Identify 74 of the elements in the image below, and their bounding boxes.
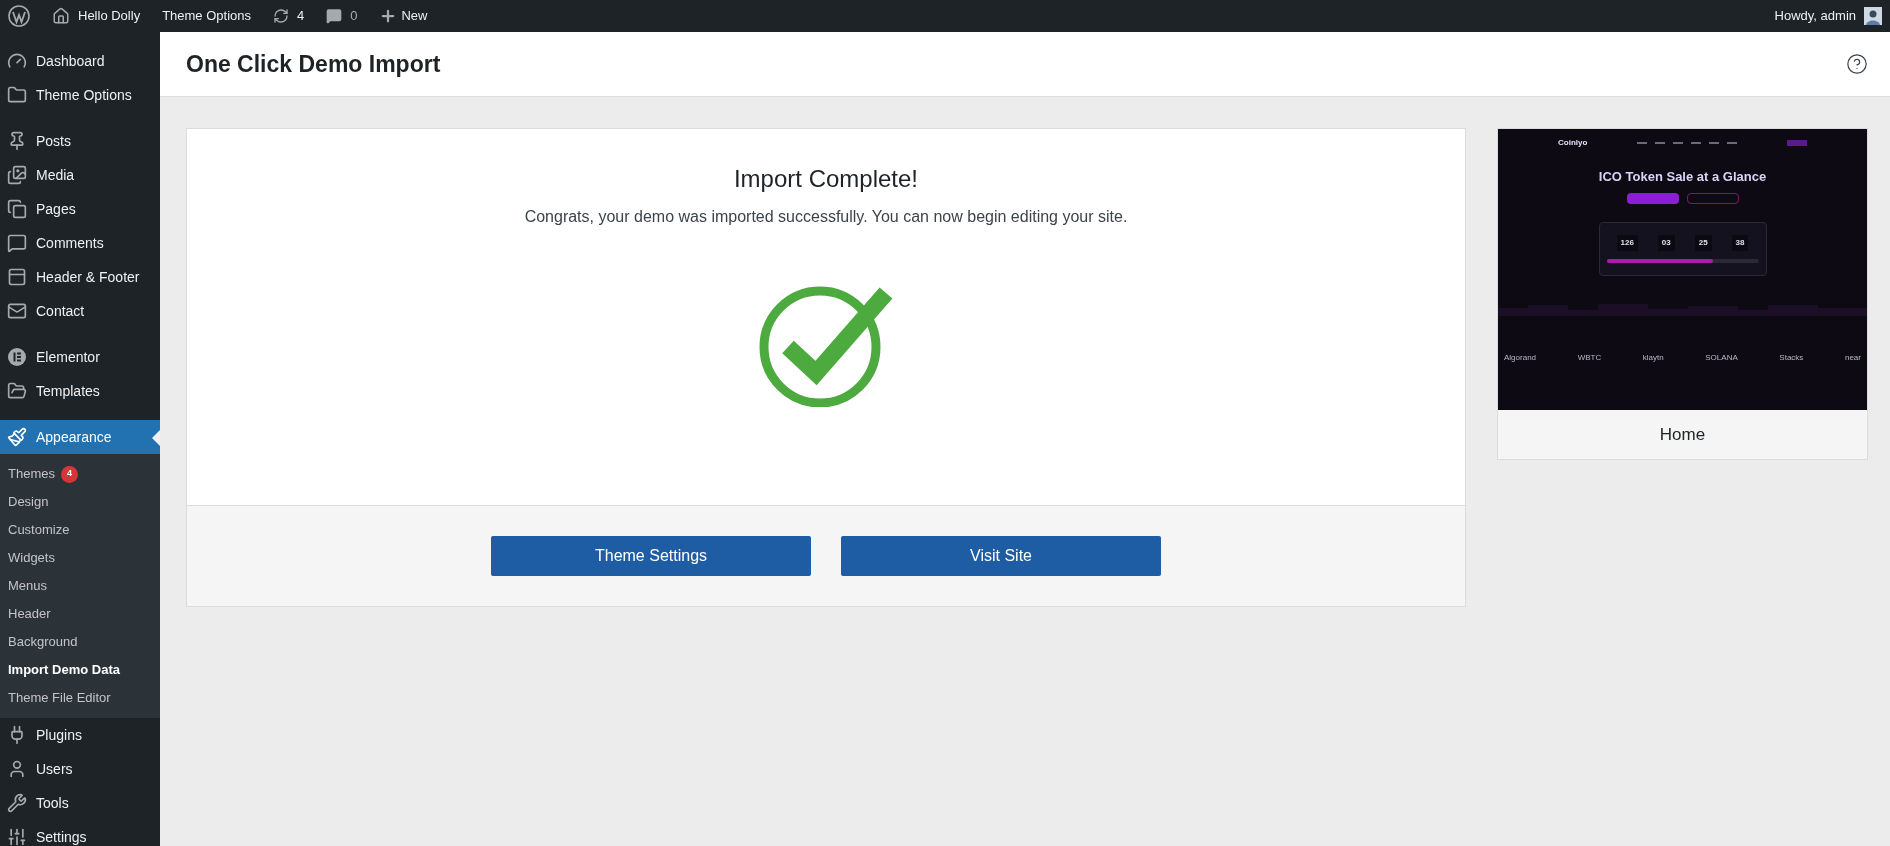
action-button[interactable]: Visit Site	[841, 536, 1161, 576]
layout-icon	[7, 267, 27, 287]
user-icon	[7, 759, 27, 779]
page-title: One Click Demo Import	[186, 49, 441, 79]
partner-logo-text: Algorand	[1504, 351, 1537, 364]
sidebar-item[interactable]: Pages	[0, 192, 160, 226]
comments-link[interactable]: 0	[326, 6, 358, 26]
result-message: Congrats, your demo was imported successfully. You can now begin editing your site.	[524, 207, 1128, 227]
submenu-item[interactable]: Menus	[0, 572, 160, 600]
avatar-icon	[1864, 7, 1882, 25]
sidebar-item[interactable]: Theme Options	[0, 78, 160, 112]
login-button-drawing	[1787, 140, 1807, 146]
site-headline: ICO Token Sale at a Glance	[1598, 168, 1767, 186]
sidebar-item[interactable]: Elementor	[0, 340, 160, 374]
countdown-number: 38	[1731, 234, 1749, 251]
submenu-item[interactable]: Import Demo Data	[0, 656, 160, 684]
preview-label: Home	[1498, 410, 1867, 459]
home-icon	[52, 7, 70, 25]
sliders-icon	[7, 827, 27, 846]
submenu-item[interactable]: Themes 4	[0, 460, 160, 488]
site-name-link[interactable]: Hello Dolly	[52, 6, 141, 26]
sidebar-item[interactable]: Dashboard	[0, 44, 160, 78]
submenu-item[interactable]: Customize	[0, 516, 160, 544]
theme-options-link[interactable]: Theme Options	[162, 6, 251, 26]
account-link[interactable]: Howdy, admin	[1774, 6, 1882, 26]
count-badge: 4	[60, 465, 78, 483]
submenu-item[interactable]: Theme File Editor	[0, 684, 160, 712]
sidebar-item[interactable]: Comments	[0, 226, 160, 260]
help-icon[interactable]	[1846, 53, 1868, 75]
partner-logo-text: near	[1844, 351, 1861, 364]
countdown-number: 03	[1657, 234, 1675, 251]
gauge-icon	[7, 51, 27, 71]
submenu-item[interactable]: Widgets	[0, 544, 160, 572]
updates-link[interactable]: 4	[273, 6, 305, 26]
brush-icon	[7, 427, 27, 447]
sidebar-item[interactable]: Plugins	[0, 718, 160, 752]
pin-icon	[7, 131, 27, 151]
purchase-button-drawing	[1626, 192, 1679, 204]
site-brand: Coinlyo	[1558, 137, 1588, 149]
sidebar-item[interactable]: Tools	[0, 786, 160, 820]
elementor-icon	[7, 347, 27, 367]
partner-logo-text: SOLANA	[1705, 351, 1738, 364]
comment-icon	[326, 8, 343, 24]
sidebar-item[interactable]: Header & Footer	[0, 260, 160, 294]
folder-icon	[7, 381, 27, 401]
result-title: Import Complete!	[733, 164, 919, 194]
refresh-icon	[273, 8, 289, 24]
submenu-item[interactable]: Design	[0, 488, 160, 516]
action-button[interactable]: Theme Settings	[491, 536, 811, 576]
folder-icon	[7, 85, 27, 105]
whitepaper-button-drawing	[1686, 192, 1739, 204]
sidebar-item[interactable]: Contact	[0, 294, 160, 328]
images-icon	[7, 165, 27, 185]
sidebar-item[interactable]: Templates	[0, 374, 160, 408]
submenu-item[interactable]: Header	[0, 600, 160, 628]
preview-card[interactable]: Coinlyo ICO Token Sale at a Glance 126 03 25 38 Algorand WBTC klaytn SOLANA Stacks near Home	[1497, 128, 1868, 460]
partner-logo-text: klaytn	[1642, 351, 1664, 364]
sidebar-item[interactable]: Appearance	[0, 420, 160, 454]
sidebar-item[interactable]: Media	[0, 158, 160, 192]
new-content-link[interactable]: New	[379, 6, 428, 26]
sidebar-item[interactable]: Users	[0, 752, 160, 786]
submenu-item[interactable]: Background	[0, 628, 160, 656]
wrench-icon	[7, 793, 27, 813]
partner-logo-text: WBTC	[1577, 351, 1602, 364]
comment-icon	[7, 233, 27, 253]
countdown-number: 25	[1694, 234, 1712, 251]
sidebar-item[interactable]: Settings	[0, 820, 160, 846]
success-check-icon	[758, 285, 894, 407]
mail-icon	[7, 301, 27, 321]
wordpress-logo-icon[interactable]	[8, 5, 30, 27]
countdown-number: 126	[1616, 234, 1638, 251]
pages-icon	[7, 199, 27, 219]
partner-logo-text: Stacks	[1779, 351, 1804, 364]
sidebar-item[interactable]: Posts	[0, 124, 160, 158]
